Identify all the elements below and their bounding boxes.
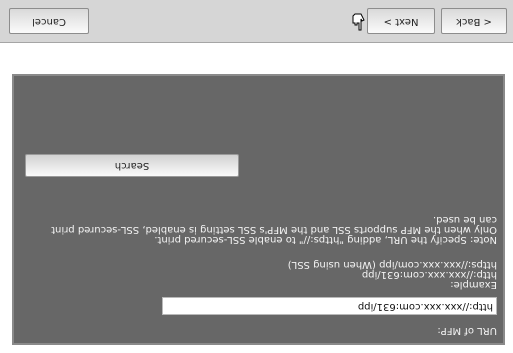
search-button[interactable]: Search	[25, 154, 239, 177]
url-label: URL of MFP:	[437, 325, 497, 336]
wizard-navigation-bar: < Back Next > Cancel	[0, 0, 513, 43]
back-button[interactable]: < Back	[441, 8, 507, 34]
example-block: Example: http://xxx.xxx.com:631/ipp http…	[287, 259, 497, 290]
note-line: can be used.	[432, 214, 497, 225]
settings-panel: URL of MFP: http://xxx.xxx.com:631/ipp E…	[12, 74, 505, 345]
hand-cursor-icon	[352, 13, 365, 31]
example-line-https: https://xxx.xxx.com/ipp (When using SSL)	[287, 259, 497, 270]
note-block: Note: Specify the URL, adding "https://"…	[47, 214, 497, 245]
next-button[interactable]: Next >	[367, 8, 435, 34]
url-input[interactable]: http://xxx.xxx.com:631/ipp	[162, 297, 497, 315]
example-heading: Example:	[450, 279, 497, 290]
note-line: Note: Specify the URL, adding "https://"…	[154, 234, 497, 245]
printer-wizard-screen: URL of MFP: http://xxx.xxx.com:631/ipp E…	[0, 0, 513, 353]
example-line-http: http://xxx.xxx.com:631/ipp	[361, 269, 497, 280]
note-line: Only when the MFP supports SSL and the M…	[51, 224, 497, 235]
cancel-button[interactable]: Cancel	[9, 8, 89, 34]
